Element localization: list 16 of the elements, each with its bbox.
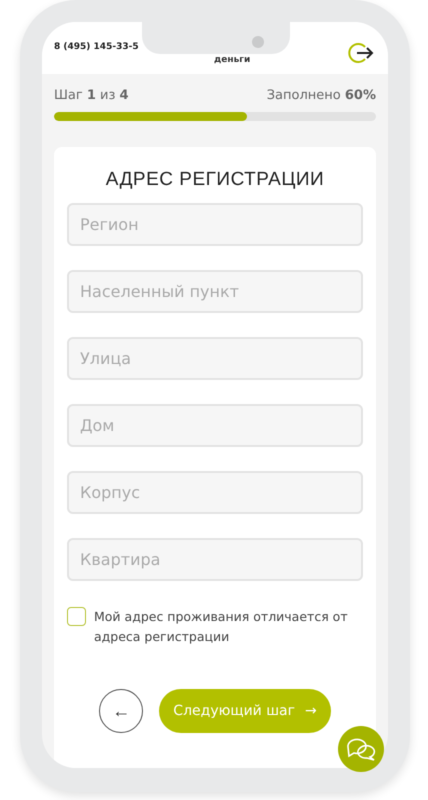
phone-number[interactable]: 8 (495) 145-33-5 [54,42,139,52]
input-field[interactable]: Улица [67,337,363,380]
input-field[interactable]: Регион [67,203,363,246]
checkbox-label[interactable]: Мой адрес проживания отличается от адреса регистрации [94,607,363,647]
input-field[interactable]: Населенный пункт [67,270,363,313]
input-field[interactable]: Квартира [67,538,363,581]
form-title: АДРЕС РЕГИСТРАЦИИ [104,169,326,191]
filled-percent: Заполнено 60% [266,88,376,103]
exit-icon[interactable] [348,42,374,64]
brand-name: деньги [214,55,250,65]
chat-icon[interactable] [338,726,384,772]
back-button[interactable]: ← [99,689,144,733]
step-counter: Шаг 1 из 4 [54,88,129,103]
input-field[interactable]: Дом [67,404,363,447]
checkbox[interactable] [67,607,86,626]
input-field[interactable]: Корпус [67,471,363,514]
